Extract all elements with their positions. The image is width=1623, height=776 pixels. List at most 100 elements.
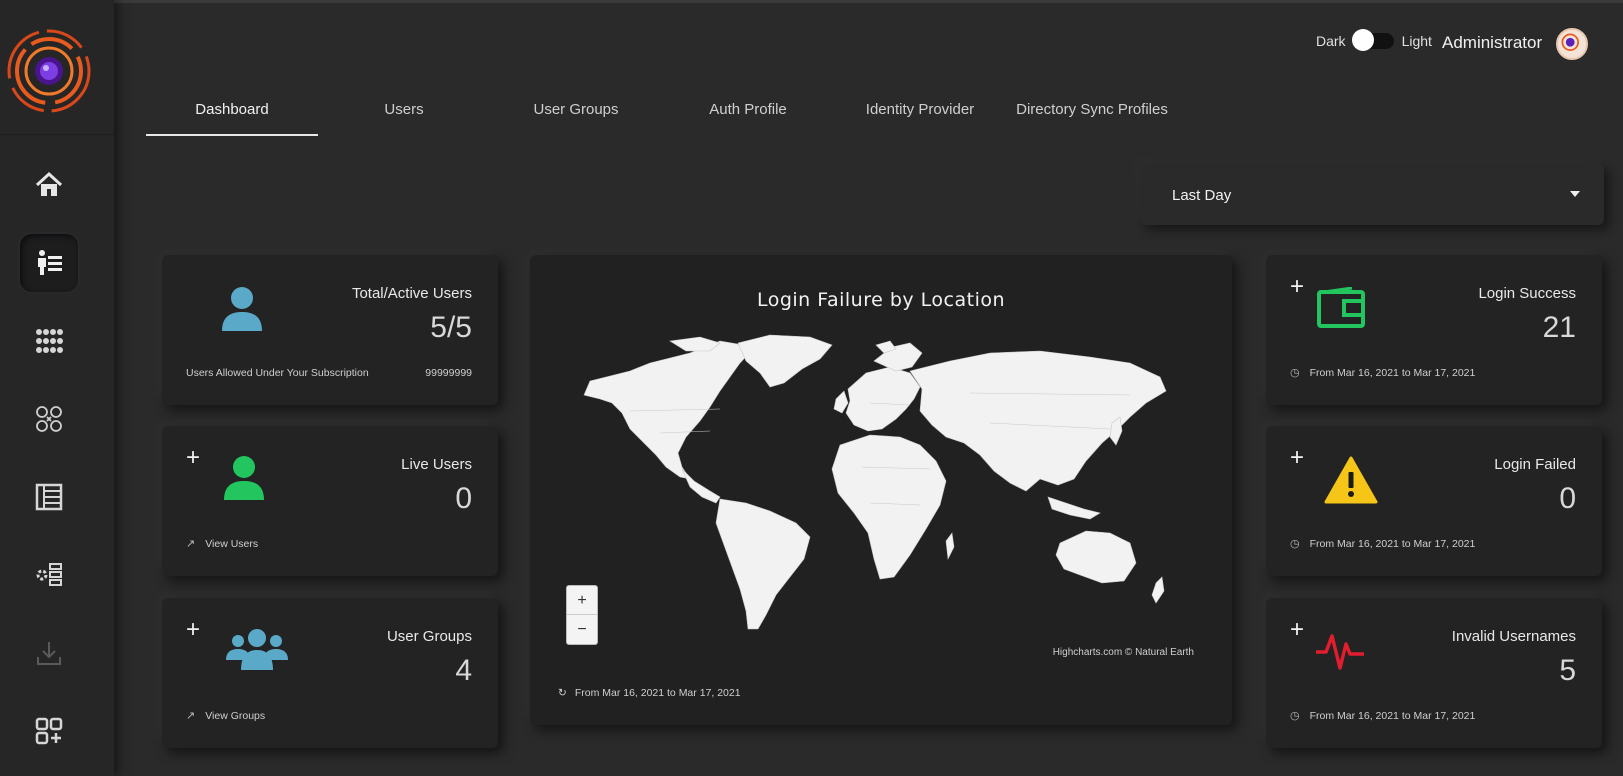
warning-icon bbox=[1324, 456, 1378, 504]
map-united-kingdom bbox=[833, 390, 849, 414]
theme-dark-label: Dark bbox=[1316, 33, 1346, 49]
zoom-out-button[interactable]: − bbox=[567, 615, 597, 644]
sidebar-item-settings[interactable] bbox=[20, 546, 78, 604]
tab-identity-provider[interactable]: Identity Provider bbox=[834, 92, 1006, 136]
live-user-icon bbox=[224, 456, 264, 500]
clock-icon: ◷ bbox=[1290, 710, 1300, 722]
user-icon bbox=[222, 287, 262, 331]
total-users-title: Total/Active Users bbox=[351, 285, 472, 302]
login-success-card: + Login Success 21 ◷ From Mar 16, 2021 t… bbox=[1266, 255, 1602, 405]
map-arctic-islands bbox=[669, 336, 721, 352]
live-users-title: Live Users bbox=[401, 456, 472, 473]
total-users-card: Total/Active Users 5/5 Users Allowed Und… bbox=[162, 255, 498, 405]
arrow-up-right-icon: ↗ bbox=[186, 538, 196, 550]
user-group-icon bbox=[226, 629, 288, 670]
invalid-usernames-value: 5 bbox=[1559, 654, 1576, 687]
map-new-zealand bbox=[1151, 576, 1165, 604]
theme-switch-knob[interactable] bbox=[1351, 29, 1374, 51]
invalid-usernames-date: ◷ From Mar 16, 2021 to Mar 17, 2021 bbox=[1290, 709, 1476, 723]
map-madagascar bbox=[945, 532, 955, 561]
login-success-date-text: From Mar 16, 2021 to Mar 17, 2021 bbox=[1309, 366, 1476, 379]
settings-list-icon bbox=[36, 563, 62, 586]
view-groups-link[interactable]: ↗ View Groups bbox=[186, 709, 266, 723]
add-icon[interactable]: + bbox=[186, 446, 200, 470]
map-south-america bbox=[715, 498, 811, 630]
user-name[interactable]: Administrator bbox=[1442, 33, 1542, 53]
map-date-range: ↻ From Mar 16, 2021 to Mar 17, 2021 bbox=[558, 687, 741, 699]
add-icon[interactable]: + bbox=[1290, 275, 1304, 299]
login-failed-card: + Login Failed 0 ◷ From Mar 16, 2021 to … bbox=[1266, 426, 1602, 576]
main-tabs: Dashboard Users User Groups Auth Profile… bbox=[146, 92, 1178, 136]
zoom-in-button[interactable]: + bbox=[567, 586, 597, 615]
invalid-usernames-date-text: From Mar 16, 2021 to Mar 17, 2021 bbox=[1309, 709, 1476, 722]
view-groups-label: View Groups bbox=[205, 709, 266, 722]
user-groups-icon bbox=[36, 406, 62, 432]
user-groups-card: + User Groups 4 ↗ View Groups bbox=[162, 598, 498, 748]
sidebar-item-user-groups[interactable] bbox=[20, 390, 78, 448]
sidebar-item-users-list[interactable] bbox=[20, 234, 78, 292]
refresh-icon: ↻ bbox=[558, 687, 567, 699]
tab-auth-profile[interactable]: Auth Profile bbox=[662, 92, 834, 136]
clock-icon: ◷ bbox=[1290, 367, 1300, 379]
avatar-logo-icon bbox=[1561, 33, 1579, 51]
add-icon[interactable]: + bbox=[1290, 446, 1304, 470]
map-asia bbox=[909, 350, 1167, 492]
sidebar-item-add-widget[interactable] bbox=[20, 702, 78, 760]
sidebar-item-apps[interactable] bbox=[20, 312, 78, 370]
app-logo[interactable] bbox=[6, 28, 92, 114]
map-africa bbox=[831, 434, 947, 580]
live-users-card: + Live Users 0 ↗ View Users bbox=[162, 426, 498, 576]
sidebar-divider bbox=[0, 134, 114, 135]
time-range-select[interactable]: Last Day bbox=[1140, 163, 1604, 225]
map-date-range-text: From Mar 16, 2021 to Mar 17, 2021 bbox=[574, 687, 741, 699]
view-users-link[interactable]: ↗ View Users bbox=[186, 537, 259, 551]
tab-dashboard[interactable]: Dashboard bbox=[146, 92, 318, 136]
login-failed-date: ◷ From Mar 16, 2021 to Mar 17, 2021 bbox=[1290, 537, 1476, 551]
login-failed-value: 0 bbox=[1559, 482, 1576, 515]
map-europe bbox=[845, 366, 921, 432]
sidebar bbox=[0, 0, 114, 776]
subscription-value: 99999999 bbox=[425, 367, 472, 379]
sidebar-item-reports[interactable] bbox=[20, 468, 78, 526]
login-success-value: 21 bbox=[1542, 311, 1576, 344]
theme-light-label: Light bbox=[1401, 33, 1432, 49]
map-zoom-control: + − bbox=[566, 585, 598, 645]
add-icon[interactable]: + bbox=[186, 618, 200, 642]
invalid-usernames-card: + Invalid Usernames 5 ◷ From Mar 16, 202… bbox=[1266, 598, 1602, 748]
map-title: Login Failure by Location bbox=[756, 289, 1006, 311]
user-groups-title: User Groups bbox=[386, 628, 472, 645]
login-success-date: ◷ From Mar 16, 2021 to Mar 17, 2021 bbox=[1290, 366, 1476, 380]
view-users-label: View Users bbox=[205, 537, 259, 550]
time-range-value: Last Day bbox=[1172, 187, 1232, 204]
window-top-bar bbox=[0, 0, 1623, 3]
login-failed-date-text: From Mar 16, 2021 to Mar 17, 2021 bbox=[1309, 537, 1476, 550]
map-central-america bbox=[681, 468, 721, 504]
world-map[interactable] bbox=[570, 333, 1186, 637]
theme-switch[interactable] bbox=[1351, 29, 1394, 51]
tab-users[interactable]: Users bbox=[318, 92, 490, 136]
subscription-label: Users Allowed Under Your Subscription bbox=[186, 367, 369, 379]
download-icon bbox=[37, 642, 61, 665]
login-failure-map-card: Login Failure by Location + − Highcharts… bbox=[530, 255, 1232, 725]
login-success-title: Login Success bbox=[1478, 285, 1576, 302]
map-australia bbox=[1055, 530, 1137, 584]
map-credits[interactable]: Highcharts.com © Natural Earth bbox=[1053, 647, 1194, 658]
users-list-icon bbox=[38, 250, 62, 275]
chevron-down-icon bbox=[1570, 191, 1580, 197]
theme-toggle[interactable]: Dark Light bbox=[1316, 29, 1432, 51]
user-groups-value: 4 bbox=[455, 654, 472, 687]
wallet-icon bbox=[1317, 287, 1365, 328]
list-icon bbox=[35, 483, 63, 511]
sidebar-item-home[interactable] bbox=[20, 156, 78, 214]
tab-directory-sync-profiles[interactable]: Directory Sync Profiles bbox=[1006, 92, 1178, 136]
map-southeast-asia bbox=[1047, 496, 1101, 520]
apps-grid-icon bbox=[36, 329, 63, 353]
live-users-value: 0 bbox=[455, 482, 472, 515]
total-users-value: 5/5 bbox=[430, 311, 472, 344]
tab-user-groups[interactable]: User Groups bbox=[490, 92, 662, 136]
add-icon[interactable]: + bbox=[1290, 618, 1304, 642]
invalid-usernames-title: Invalid Usernames bbox=[1451, 628, 1576, 645]
login-failed-title: Login Failed bbox=[1494, 456, 1576, 473]
sidebar-item-download[interactable] bbox=[20, 624, 78, 682]
avatar[interactable] bbox=[1556, 28, 1588, 60]
